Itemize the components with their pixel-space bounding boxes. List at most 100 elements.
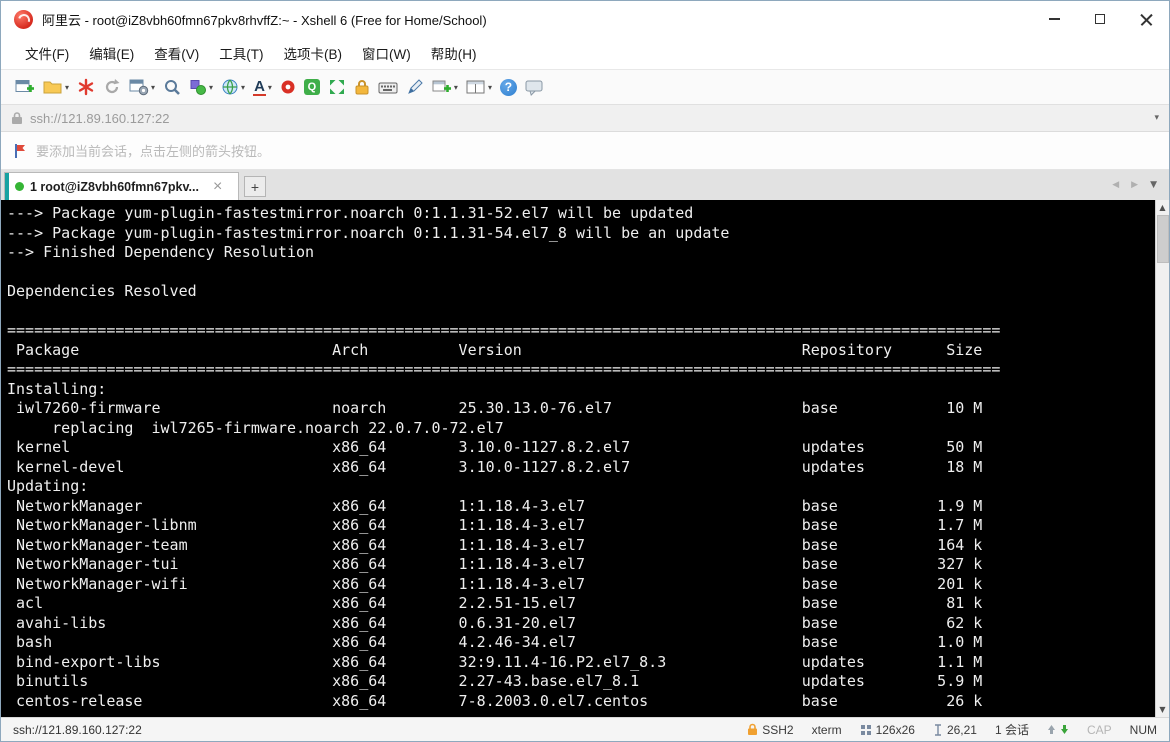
feedback-icon[interactable] xyxy=(521,72,548,102)
fullscreen-icon[interactable] xyxy=(324,72,350,102)
status-cursor-position: 26,21 xyxy=(933,723,977,737)
font-icon[interactable]: A ▾ xyxy=(249,72,276,102)
record-icon[interactable] xyxy=(276,72,300,102)
maximize-button[interactable] xyxy=(1077,1,1123,37)
status-protocol-label: SSH2 xyxy=(762,722,794,737)
minimize-button[interactable] xyxy=(1031,1,1077,37)
minimize-icon xyxy=(1048,18,1060,20)
menu-item[interactable]: 编辑(E) xyxy=(79,38,144,68)
tab-label: 1 root@iZ8vbh60fmn67pkv... xyxy=(30,179,199,194)
address-lock-icon xyxy=(12,112,22,124)
scrollbar-thumb[interactable] xyxy=(1156,215,1169,263)
window-title: 阿里云 - root@iZ8vbh60fmn67pkv8rhvffZ:~ - X… xyxy=(42,12,487,28)
new-session-icon[interactable] xyxy=(11,72,39,102)
bookmark-flag-icon[interactable] xyxy=(13,143,27,159)
lock-screen-icon[interactable] xyxy=(350,72,374,102)
file-transfer-icon[interactable]: ▾ xyxy=(185,72,217,102)
terminal-line: ---> Package yum-plugin-fastestmirror.no… xyxy=(7,223,730,242)
disconnect-icon[interactable] xyxy=(73,72,99,102)
menu-item[interactable]: 查看(V) xyxy=(144,38,209,68)
upload-arrow-icon xyxy=(1047,725,1055,734)
tab-list-menu-icon[interactable]: ▼ xyxy=(1150,180,1157,190)
terminal-line: ========================================… xyxy=(7,321,1001,339)
address-bar[interactable]: ssh://121.89.160.127:22 ▾ xyxy=(1,105,1169,132)
open-session-icon[interactable]: ▾ xyxy=(39,72,73,102)
terminal-line: replacing iwl7265-firmware.noarch 22.0.7… xyxy=(7,418,504,437)
session-properties-icon[interactable]: ▾ xyxy=(125,72,159,102)
menu-item[interactable]: 帮助(H) xyxy=(421,38,487,68)
new-terminal-icon[interactable]: ▾ xyxy=(428,72,462,102)
status-cursor-position-label: 26,21 xyxy=(946,722,977,737)
terminal-line: ---> Package yum-plugin-fastestmirror.no… xyxy=(7,204,694,222)
terminal-scrollbar[interactable]: ▲ ▼ xyxy=(1155,200,1169,717)
maximize-icon xyxy=(1095,14,1105,24)
tab-nav: ◀ ▶ ▼ xyxy=(1112,170,1169,200)
status-transfer-arrows xyxy=(1047,724,1069,735)
status-protocol: SSH2 xyxy=(747,722,794,737)
tab-close-icon[interactable]: × xyxy=(213,178,222,195)
menu-item[interactable]: 工具(T) xyxy=(209,38,273,68)
quick-command-icon[interactable]: Q xyxy=(300,72,324,102)
download-arrow-icon xyxy=(1060,725,1068,734)
compose-pen-icon[interactable] xyxy=(402,72,428,102)
close-button[interactable] xyxy=(1123,1,1169,37)
find-icon[interactable] xyxy=(159,72,185,102)
dropdown-caret-icon[interactable]: ▾ xyxy=(209,83,213,92)
terminal-line: NetworkManager-team x86_64 1:1.18.4-3.el… xyxy=(7,535,983,554)
status-address: ssh://121.89.160.127:22 xyxy=(13,722,142,737)
menu-item[interactable]: 选项卡(B) xyxy=(274,38,353,68)
address-dropdown-icon[interactable]: ▾ xyxy=(1154,113,1159,123)
dropdown-caret-icon[interactable]: ▾ xyxy=(241,83,245,92)
terminal-line: NetworkManager-tui x86_64 1:1.18.4-3.el7… xyxy=(7,555,983,573)
terminal-line: NetworkManager-wifi x86_64 1:1.18.4-3.el… xyxy=(7,574,983,593)
window-controls xyxy=(1031,1,1169,37)
close-icon xyxy=(1140,13,1153,26)
terminal-line: NetworkManager x86_64 1:1.18.4-3.el7 bas… xyxy=(7,496,983,515)
session-tab[interactable]: 1 root@iZ8vbh60fmn67pkv... × xyxy=(4,172,239,200)
xshell-logo-icon xyxy=(14,9,33,29)
reconnect-icon[interactable] xyxy=(99,72,125,102)
menu-item[interactable]: 窗口(W) xyxy=(352,38,421,68)
tab-scroll-left-icon[interactable]: ◀ xyxy=(1112,180,1119,190)
tab-scroll-right-icon[interactable]: ▶ xyxy=(1131,180,1138,190)
dropdown-caret-icon[interactable]: ▾ xyxy=(488,83,492,92)
terminal-line: Package Arch Version Repository Size xyxy=(7,340,983,359)
scroll-down-icon[interactable]: ▼ xyxy=(1156,702,1170,717)
caps-lock-indicator: CAP xyxy=(1086,722,1112,737)
status-screen-size: 126x26 xyxy=(860,723,915,737)
layout-icon[interactable]: ▾ xyxy=(462,72,496,102)
scroll-up-icon[interactable]: ▲ xyxy=(1156,200,1170,215)
terminal-output[interactable]: ---> Package yum-plugin-fastestmirror.no… xyxy=(1,200,1155,717)
num-lock-indicator: NUM xyxy=(1129,722,1157,737)
dropdown-caret-icon[interactable]: ▾ xyxy=(268,83,272,92)
menu-item[interactable]: 文件(F) xyxy=(15,38,79,68)
status-session-count: 1 会话 xyxy=(994,723,1029,737)
status-terminal-type: xterm xyxy=(811,722,842,737)
terminal-line: kernel-devel x86_64 3.10.0-1127.8.2.el7 … xyxy=(7,457,983,476)
terminal-line: bash x86_64 4.2.46-34.el7 base 1.0 M xyxy=(7,633,983,651)
tab-accent-bar xyxy=(5,173,9,200)
dropdown-caret-icon[interactable]: ▾ xyxy=(151,83,155,92)
dropdown-caret-icon[interactable]: ▾ xyxy=(454,83,458,92)
terminal-line: avahi-libs x86_64 0.6.31-20.el7 base 62 … xyxy=(7,613,983,632)
ssh-lock-icon xyxy=(748,723,758,735)
title-bar: 阿里云 - root@iZ8vbh60fmn67pkv8rhvffZ:~ - X… xyxy=(1,1,1169,37)
terminal-line: Installing: xyxy=(7,379,107,398)
terminal-line: kernel x86_64 3.10.0-1127.8.2.el7 update… xyxy=(7,438,983,456)
web-browser-icon[interactable]: ▾ xyxy=(217,72,249,102)
new-tab-button[interactable]: + xyxy=(244,176,266,197)
keyboard-icon[interactable] xyxy=(374,72,402,102)
xshell-window: 阿里云 - root@iZ8vbh60fmn67pkv8rhvffZ:~ - X… xyxy=(0,0,1170,742)
notice-bar: 要添加当前会话，点击左侧的箭头按钮。 xyxy=(1,132,1169,170)
terminal-line: centos-release x86_64 7-8.2003.0.el7.cen… xyxy=(7,691,983,710)
terminal-line: NetworkManager-libnm x86_64 1:1.18.4-3.e… xyxy=(7,516,983,534)
address-input[interactable]: ssh://121.89.160.127:22 xyxy=(30,111,1154,126)
screen-size-icon xyxy=(860,724,871,735)
dropdown-caret-icon[interactable]: ▾ xyxy=(65,83,69,92)
help-icon[interactable]: ? xyxy=(496,72,521,102)
terminal-line: ========================================… xyxy=(7,360,1001,378)
toolbar: ▾ ▾ ▾ ▾ A ▾ Q ▾ ▾ ? xyxy=(1,69,1169,105)
terminal-line: --> Finished Dependency Resolution xyxy=(7,243,315,261)
menu-bar: 文件(F) 编辑(E) 查看(V) 工具(T) 选项卡(B) 窗口(W) 帮助(H) xyxy=(1,37,1169,69)
